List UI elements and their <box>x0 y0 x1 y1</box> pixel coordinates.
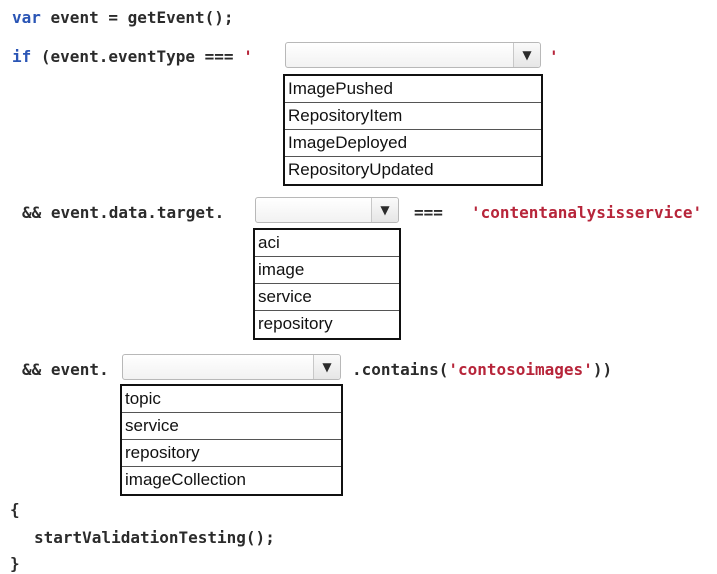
chevron-down-icon[interactable]: ▼ <box>513 43 540 67</box>
code-line-2: if (event.eventType === ' <box>12 47 253 67</box>
keyword-if: if <box>12 47 32 66</box>
option-imagepushed[interactable]: ImagePushed <box>285 76 541 103</box>
quote-open: ' <box>243 47 253 66</box>
target-property-dropdown[interactable]: ▼ <box>255 197 399 223</box>
event-property-dropdown[interactable]: ▼ <box>122 354 341 380</box>
code-line-3-literal: 'contentanalysisservice' <box>471 203 703 222</box>
target-property-options: aci image service repository <box>253 228 401 340</box>
code-line-4-literal: 'contosoimages' <box>448 360 593 379</box>
option-imagedeployed[interactable]: ImageDeployed <box>285 130 541 157</box>
code-line-4-call: .contains('contosoimages')) <box>352 360 612 380</box>
option-repositoryupdated[interactable]: RepositoryUpdated <box>285 157 541 184</box>
option-topic[interactable]: topic <box>122 386 341 413</box>
code-line-1: var event = getEvent(); <box>12 8 234 28</box>
open-brace: { <box>10 500 20 519</box>
option-repository[interactable]: repository <box>122 440 341 467</box>
code-line-3-op: === <box>414 203 443 222</box>
code-line-1-rest: event = getEvent(); <box>40 8 234 27</box>
code-line-4-prefix: && event. <box>22 360 109 379</box>
call-close: )) <box>592 360 613 379</box>
contains-call: .contains( <box>352 360 449 379</box>
quote-close: ' <box>549 47 559 66</box>
code-line-2-rest: (event.eventType === <box>31 47 244 66</box>
option-repositoryitem[interactable]: RepositoryItem <box>285 103 541 130</box>
option-image[interactable]: image <box>255 257 399 284</box>
close-brace: } <box>10 554 20 573</box>
keyword-var: var <box>12 8 41 27</box>
option-service[interactable]: service <box>255 284 399 311</box>
event-property-options: topic service repository imageCollection <box>120 384 343 496</box>
option-aci[interactable]: aci <box>255 230 399 257</box>
event-type-dropdown[interactable]: ▼ <box>285 42 541 68</box>
option-imagecollection[interactable]: imageCollection <box>122 467 341 494</box>
event-type-options: ImagePushed RepositoryItem ImageDeployed… <box>283 74 543 186</box>
option-repository[interactable]: repository <box>255 311 399 338</box>
chevron-down-icon[interactable]: ▼ <box>371 198 398 222</box>
code-line-3-prefix: && event.data.target. <box>22 203 225 222</box>
option-service[interactable]: service <box>122 413 341 440</box>
function-call: startValidationTesting(); <box>34 528 275 547</box>
chevron-down-icon[interactable]: ▼ <box>313 355 340 379</box>
